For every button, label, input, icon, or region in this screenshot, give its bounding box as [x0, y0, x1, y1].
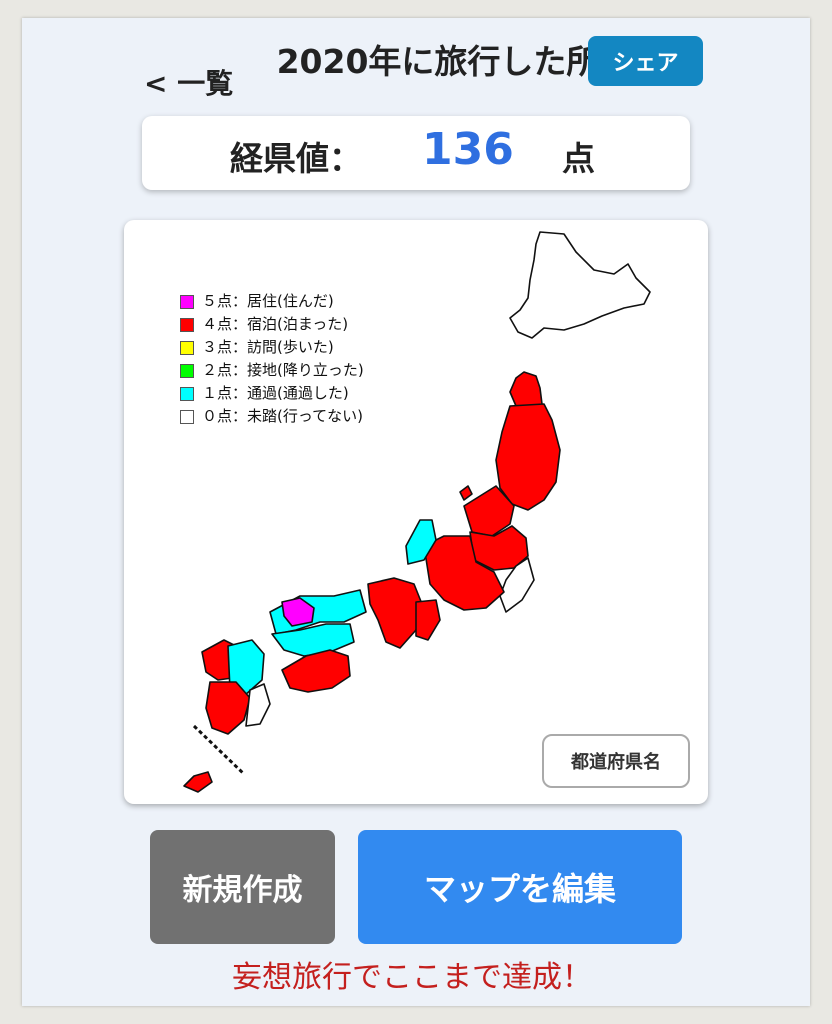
okinawa — [183, 771, 213, 793]
mie-nara — [415, 599, 441, 641]
back-to-list-link[interactable]: < 一覧 — [144, 62, 233, 102]
legend-label: ４点：宿泊(泊まった) — [202, 315, 349, 333]
legend-label: ５点：居住(住んだ) — [202, 292, 334, 310]
kinki — [367, 577, 423, 649]
sado-island — [459, 485, 473, 501]
legend-item: ４点：宿泊(泊まった) — [180, 313, 364, 336]
shikoku — [281, 649, 351, 693]
edit-map-button[interactable]: マップを編集 — [358, 830, 682, 944]
legend-label: １点：通過(通過した) — [202, 384, 349, 402]
legend-swatch — [180, 317, 194, 332]
page-title: 2020年に旅行した所 — [276, 42, 600, 81]
caption-text: 妄想旅行でここまで達成！ — [232, 960, 592, 995]
legend-swatch — [180, 409, 194, 424]
legend-item: ５点：居住(住んだ) — [180, 290, 364, 313]
app-frame: < 一覧 2020年に旅行した所 シェア 経県値： 136 点 ５点：居住(住ん… — [22, 18, 810, 1006]
score-label: 経県値： — [230, 139, 362, 178]
new-map-button[interactable]: 新規作成 — [150, 830, 335, 944]
prefecture-names-button[interactable]: 都道府県名 — [542, 734, 690, 788]
score-legend: ５点：居住(住んだ) ４点：宿泊(泊まった) ３点：訪問(歩いた) ２点：接地(… — [180, 290, 364, 428]
legend-item: ２点：接地(降り立った) — [180, 359, 364, 382]
legend-swatch — [180, 386, 194, 401]
score-value: 136 — [422, 124, 514, 175]
okinawa-inset-divider — [192, 724, 246, 776]
kyushu-south — [205, 681, 251, 735]
legend-label: ３点：訪問(歩いた) — [202, 338, 334, 356]
share-button[interactable]: シェア — [588, 36, 703, 86]
legend-label: ２点：接地(降り立った) — [202, 361, 364, 379]
legend-item: ０点：未踏(行ってない) — [180, 405, 364, 428]
miyazaki — [245, 683, 271, 727]
japan-map-card: ５点：居住(住んだ) ４点：宿泊(泊まった) ３点：訪問(歩いた) ２点：接地(… — [124, 220, 708, 804]
score-unit: 点 — [562, 139, 595, 178]
legend-item: ３点：訪問(歩いた) — [180, 336, 364, 359]
legend-swatch — [180, 363, 194, 378]
legend-label: ０点：未踏(行ってない) — [202, 407, 363, 425]
score-card: 経県値： 136 点 — [142, 116, 690, 190]
legend-swatch — [180, 340, 194, 355]
tohoku — [495, 403, 561, 511]
hokkaido — [509, 231, 651, 339]
legend-item: １点：通過(通過した) — [180, 382, 364, 405]
legend-swatch — [180, 294, 194, 309]
aomori — [509, 371, 543, 409]
